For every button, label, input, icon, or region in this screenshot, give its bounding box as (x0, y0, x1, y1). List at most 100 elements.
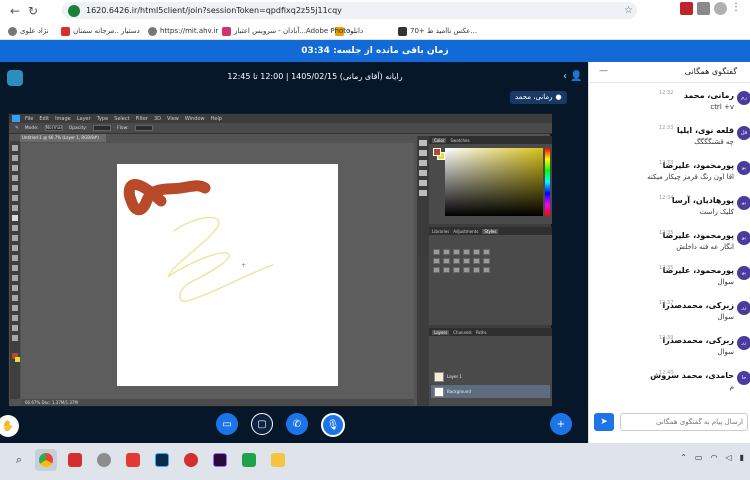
lasso-tool-icon[interactable] (12, 165, 18, 171)
arrow-left-icon[interactable]: ← (8, 4, 22, 18)
style-preset[interactable] (443, 258, 450, 264)
blur-tool-icon[interactable] (12, 265, 18, 271)
style-preset[interactable] (433, 249, 440, 255)
character-panel-icon[interactable] (419, 180, 427, 186)
actions-plus-button[interactable]: + (550, 413, 572, 435)
ps-option-field[interactable] (134, 125, 153, 131)
history-brush-tool-icon[interactable] (12, 235, 18, 241)
avatar[interactable]: پو (737, 161, 750, 175)
brush-tool-icon[interactable]: ✎ (15, 126, 19, 131)
participants-icon[interactable]: ‹ 👤 (563, 71, 583, 82)
move-tool-icon[interactable] (12, 145, 18, 151)
hue-slider[interactable] (545, 148, 550, 216)
style-preset[interactable] (433, 267, 440, 273)
paint-taskbar-icon[interactable] (93, 449, 115, 471)
ps-canvas[interactable]: + (117, 164, 338, 386)
search-icon[interactable]: ⌕ (8, 449, 30, 471)
eraser-tool-icon[interactable] (12, 245, 18, 251)
ps-menu-item[interactable]: Help (211, 116, 222, 122)
wifi-icon[interactable]: ◠ (710, 453, 717, 462)
style-preset[interactable] (433, 258, 440, 264)
avatar[interactable]: رم (737, 91, 750, 105)
network-icon[interactable]: ▭ (695, 453, 703, 462)
eyedropper-tool-icon[interactable] (12, 195, 18, 201)
background-color-icon[interactable] (15, 357, 20, 362)
layer-row[interactable]: Background (431, 385, 550, 398)
quick-select-tool-icon[interactable] (12, 175, 18, 181)
photoshop-taskbar-icon[interactable] (151, 449, 173, 471)
tab-adjustments[interactable]: Adjustments (453, 229, 478, 234)
pen-tool-icon[interactable] (12, 285, 18, 291)
ps-document-tab[interactable]: Untitled-1 @ 66.7% (Layer 1, RGB/8#) (20, 134, 106, 142)
style-preset[interactable] (463, 267, 470, 273)
app-taskbar-icon[interactable] (180, 449, 202, 471)
avatar[interactable]: قل (737, 126, 750, 140)
battery-icon[interactable]: ▮ (740, 453, 744, 462)
tab-channels[interactable]: Channels (453, 330, 472, 335)
tab-paths[interactable]: Paths (476, 330, 487, 335)
bookmark-item[interactable]: https://mit.ahv.ir (148, 25, 218, 37)
tab-swatches[interactable]: Swatches (450, 138, 469, 143)
style-preset[interactable] (473, 267, 480, 273)
crop-tool-icon[interactable] (12, 185, 18, 191)
premiere-taskbar-icon[interactable] (209, 449, 231, 471)
ps-option-field[interactable] (93, 125, 112, 131)
screen-share-view[interactable]: File Edit Image Layer Type Select Filter… (8, 113, 552, 407)
avatar[interactable]: پو (737, 231, 750, 245)
color-field[interactable] (445, 148, 543, 216)
bookmark-item[interactable]: دستیار ..مرجانه سمنان (61, 25, 140, 37)
ps-menu-item[interactable]: Layer (77, 116, 91, 122)
ps-menu-item[interactable]: Type (97, 116, 108, 122)
style-preset[interactable] (453, 258, 460, 264)
zoom-tool-icon[interactable] (12, 335, 18, 341)
profile-icon[interactable] (714, 2, 727, 15)
brush-panel-icon[interactable] (419, 170, 427, 176)
marquee-tool-icon[interactable] (12, 155, 18, 161)
hand-tool-icon[interactable] (12, 325, 18, 331)
bookmark-item[interactable]: نژاد علوی (8, 25, 49, 37)
avatar[interactable]: پو (737, 266, 750, 280)
bookmark-item[interactable]: آبادان - سرویس اعتبار... (222, 25, 306, 37)
style-preset[interactable] (453, 267, 460, 273)
avatar[interactable]: زر (737, 336, 750, 350)
path-select-tool-icon[interactable] (12, 305, 18, 311)
gradient-tool-icon[interactable] (12, 255, 18, 261)
microphone-button[interactable]: 🎙 (321, 413, 345, 437)
avatar[interactable]: زر (737, 301, 750, 315)
tab-styles[interactable]: Styles (482, 228, 499, 234)
chrome-taskbar-icon[interactable] (35, 449, 57, 471)
style-preset[interactable] (443, 267, 450, 273)
ps-menu-item[interactable]: Edit (39, 116, 49, 122)
acrobat-taskbar-icon[interactable] (64, 449, 86, 471)
pdf-extension-icon[interactable] (680, 2, 693, 15)
style-preset[interactable] (453, 249, 460, 255)
reload-icon[interactable]: ↻ (26, 4, 40, 18)
type-tool-icon[interactable] (12, 295, 18, 301)
star-icon[interactable]: ☆ (624, 5, 633, 16)
camera-button[interactable]: ▢ (251, 413, 273, 435)
style-preset[interactable] (473, 249, 480, 255)
layer-row[interactable]: Layer 1 (431, 370, 550, 383)
stamp-tool-icon[interactable] (12, 225, 18, 231)
history-panel-icon[interactable] (419, 140, 427, 146)
tab-libraries[interactable]: Libraries (432, 229, 449, 234)
ps-menu-item[interactable]: 3D (154, 116, 161, 122)
send-button[interactable]: ➤ (594, 413, 614, 431)
properties-panel-icon[interactable] (419, 150, 427, 156)
ps-menu-item[interactable]: View (167, 116, 179, 122)
chat-input[interactable] (620, 413, 748, 431)
avatar[interactable]: حا (737, 371, 750, 385)
url-text[interactable]: 1620.6426.ir/html5client/join?sessionTok… (86, 6, 342, 15)
url-field[interactable]: 1620.6426.ir/html5client/join?sessionTok… (62, 2, 637, 19)
bookmark-item[interactable]: 70+ عکس ناامید ط... (398, 25, 477, 37)
raise-hand-button[interactable]: ✋ (0, 415, 19, 437)
screen-share-button[interactable]: ▭ (216, 413, 238, 435)
style-preset[interactable] (463, 258, 470, 264)
recorder-taskbar-icon[interactable] (122, 449, 144, 471)
tab-color[interactable]: Color (432, 137, 447, 143)
info-panel-icon[interactable] (419, 160, 427, 166)
ps-menu-item[interactable]: File (25, 116, 33, 122)
tab-layers[interactable]: Layers (432, 329, 450, 335)
healing-tool-icon[interactable] (12, 205, 18, 211)
site-info-icon[interactable] (68, 4, 80, 17)
